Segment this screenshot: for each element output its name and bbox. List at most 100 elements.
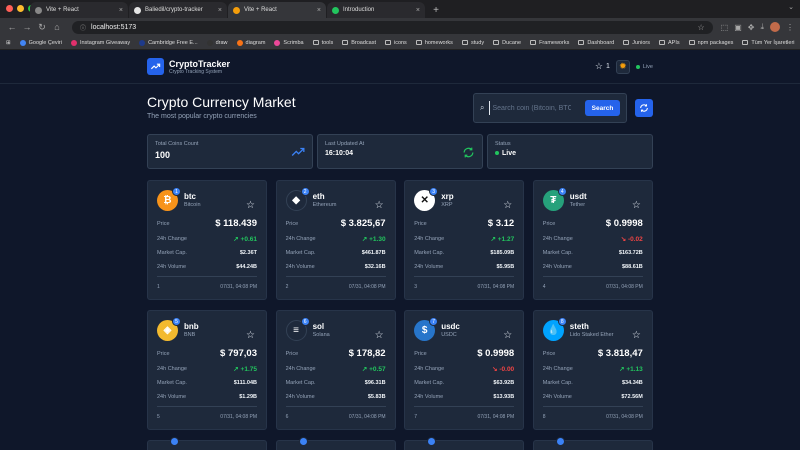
favorite-star-button[interactable]: ☆ — [503, 195, 512, 213]
coin-name: Bitcoin — [184, 202, 201, 208]
search-input[interactable] — [489, 101, 572, 115]
coin-change: ↘ -0.02 — [621, 235, 643, 243]
trend-up-icon: ↗ — [361, 236, 368, 243]
reload-button[interactable]: ↻ — [36, 22, 48, 33]
url-field[interactable]: ⓘ localhost:5173 ☆ — [72, 20, 713, 34]
close-tab-icon[interactable]: × — [119, 7, 123, 14]
bookmark-item[interactable]: npm packages — [688, 40, 733, 46]
back-button[interactable]: ← — [6, 22, 18, 32]
folder-icon — [578, 40, 585, 45]
coin-card-partial[interactable] — [275, 437, 396, 450]
rank-badge: 8 — [557, 317, 567, 326]
favicon-icon — [35, 6, 42, 14]
favorite-star-button[interactable]: ☆ — [375, 325, 384, 343]
bookmark-item[interactable]: tools — [312, 40, 333, 46]
favorite-star-button[interactable]: ☆ — [632, 195, 641, 213]
bookmark-star-icon[interactable]: ☆ — [697, 23, 704, 32]
bookmark-item[interactable]: Instagram Giveaway — [70, 39, 130, 46]
bookmark-item[interactable]: Frameworks — [530, 40, 569, 46]
refresh-button[interactable] — [635, 99, 653, 117]
bookmark-item[interactable]: Scrimba — [274, 39, 304, 46]
bookmark-item[interactable]: Cambridge Free E... — [139, 39, 198, 46]
bookmark-item[interactable]: icons — [384, 40, 407, 46]
coin-change: ↗ +1.30 — [362, 235, 386, 243]
coin-card[interactable]: ₿ 1 btc Bitcoin ☆ Price $ 118.439 24h Cha… — [147, 180, 267, 300]
coin-card[interactable]: ₮ 4 usdt Tether ☆ Price $ 0.9998 24h Chan… — [532, 180, 653, 300]
favorites-count: 1 — [606, 63, 610, 70]
row-label: Market Cap. — [414, 250, 445, 256]
brand-name: CryptoTracker — [169, 58, 231, 69]
profile-avatar[interactable] — [770, 22, 780, 32]
coin-card-partial[interactable] — [147, 437, 267, 450]
coin-card[interactable]: ≡ 6 sol Solana ☆ Price $ 178,82 24h Chang… — [275, 310, 396, 430]
change-row: 24h Change ↘ -0.02 — [543, 235, 643, 243]
bookmark-item[interactable]: Ducane — [493, 40, 521, 46]
coin-card[interactable]: $ 7 usdc USDC ☆ Price $ 0.9998 24h Change… — [404, 310, 525, 430]
coin-price: $ 3.818,47 — [597, 348, 643, 359]
download-icon[interactable]: ⤓ — [760, 22, 764, 32]
search-button[interactable]: Search — [585, 100, 620, 116]
bookmark-label: Google Çeviri — [28, 39, 62, 46]
all-bookmarks[interactable]: Tüm Yer İşaretleri — [742, 40, 795, 46]
theme-toggle-button[interactable]: ✹ — [615, 59, 630, 74]
close-tab-icon[interactable]: × — [317, 7, 321, 14]
new-tab-button[interactable]: + — [430, 4, 442, 16]
browser-tab[interactable]: Baliedil/crypto-tracker × — [129, 2, 227, 18]
coin-card[interactable]: ◈ 5 bnb BNB ☆ Price $ 797,03 24h Change ↗ … — [147, 310, 267, 430]
rank-badge: 2 — [300, 187, 310, 196]
apps-icon[interactable]: ⊞ — [6, 40, 11, 46]
coin-card[interactable]: 💧 8 steth Lido Staked Ether ☆ Price $ 3.8… — [532, 310, 653, 430]
coin-price: $ 118.439 — [215, 218, 257, 229]
close-tab-icon[interactable]: × — [218, 7, 222, 14]
trend-up-icon: ↗ — [490, 236, 496, 243]
browser-tab[interactable]: Vite + React × — [228, 2, 326, 18]
live-dot — [495, 151, 499, 155]
home-button[interactable]: ⌂ — [51, 22, 63, 32]
puzzle-icon[interactable]: ✥ — [748, 23, 755, 32]
coin-rank: 2 — [285, 284, 289, 290]
favorites-button[interactable]: ☆ 1 — [595, 61, 610, 72]
card-footer: 6 07/31, 04:08 PM — [285, 406, 386, 420]
coin-name: BNB — [184, 332, 196, 338]
bookmark-favicon-icon — [139, 39, 146, 46]
cap-row: Market Cap. $63.92B — [414, 380, 514, 386]
volume-row: 24h Volume $44.24B — [157, 264, 257, 270]
row-label: 24h Change — [157, 236, 187, 242]
price-row: Price $ 3.12 — [414, 218, 514, 229]
bookmark-item[interactable]: diagram — [236, 39, 265, 46]
bookmark-item[interactable]: homeworks — [415, 40, 453, 46]
extension-icon[interactable]: ▣ — [734, 23, 742, 32]
bookmark-item[interactable]: Google Çeviri — [19, 39, 62, 46]
favorite-star-button[interactable]: ☆ — [246, 325, 255, 343]
close-window-button[interactable] — [6, 5, 13, 12]
tab-search-icon[interactable]: ⌄ — [788, 3, 794, 11]
bookmark-item[interactable]: Broadcast — [342, 40, 376, 46]
coin-updated-time: 07/31, 04:08 PM — [477, 284, 515, 290]
coin-card-partial[interactable] — [404, 437, 525, 450]
browser-tab[interactable]: Introduction × — [327, 2, 425, 18]
coin-card[interactable]: ◆ 2 eth Ethereum ☆ Price $ 3.825,67 24h C… — [275, 180, 396, 300]
menu-icon[interactable]: ⋮ — [786, 23, 794, 32]
bookmark-item[interactable]: study — [461, 40, 484, 46]
bookmark-item[interactable]: APIs — [658, 40, 680, 46]
forward-button[interactable]: → — [21, 22, 33, 32]
bookmark-item[interactable]: Dashboard — [578, 40, 614, 46]
coin-card-partial[interactable] — [532, 437, 653, 450]
stat-value: 100 — [155, 150, 171, 160]
close-tab-icon[interactable]: × — [416, 7, 420, 14]
favorite-star-button[interactable]: ☆ — [503, 325, 512, 343]
logo-icon[interactable] — [147, 58, 164, 75]
favorite-star-button[interactable]: ☆ — [246, 195, 255, 213]
coin-card[interactable]: ✕ 3 xrp XRP ☆ Price $ 3.12 24h Change ↗ +1… — [404, 180, 525, 300]
extension-icon[interactable]: ⬚ — [721, 23, 729, 32]
favorite-star-button[interactable]: ☆ — [375, 195, 384, 213]
coin-updated-time: 07/31, 04:08 PM — [220, 414, 257, 420]
browser-tab[interactable]: Vite + React × — [30, 2, 128, 18]
site-info-icon[interactable]: ⓘ — [80, 23, 86, 32]
bookmark-item[interactable]: draw — [206, 39, 228, 46]
status-text: Live — [502, 150, 517, 157]
minimize-window-button[interactable] — [17, 5, 24, 12]
coin-updated-time: 07/31, 04:08 PM — [348, 284, 386, 290]
bookmark-item[interactable]: Juniors — [623, 40, 650, 46]
favorite-star-button[interactable]: ☆ — [632, 325, 641, 343]
